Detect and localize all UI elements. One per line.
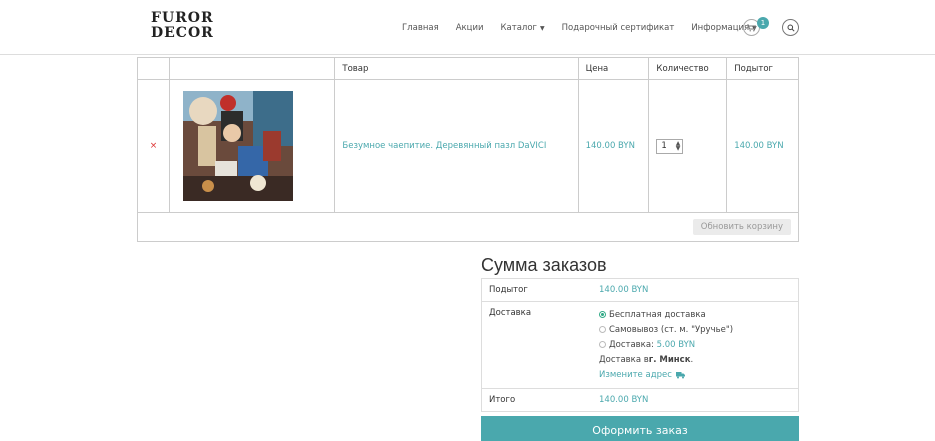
search-button[interactable]: [782, 19, 799, 36]
radio-icon[interactable]: [599, 341, 606, 348]
totals-row-subtotal: Подытог 140.00 BYN: [482, 279, 798, 302]
total-value: 140.00 BYN: [599, 395, 649, 405]
shipping-option-delivery[interactable]: Доставка: 5.00 BYN: [599, 337, 798, 352]
header-product: Товар: [335, 58, 579, 79]
item-subtotal: 140.00 BYN: [734, 141, 784, 151]
nav-item-gift-certificate[interactable]: Подарочный сертификат: [562, 23, 675, 33]
destination-city: г. Минск: [648, 354, 691, 365]
search-icon: [787, 24, 795, 32]
product-name-link[interactable]: Безумное чаепитие. Деревянный пазл DaVIC…: [342, 141, 546, 151]
quantity-cell: 1 ▲ ▼: [649, 80, 728, 212]
header-remove: [138, 58, 170, 79]
header-subtotal: Подытог: [734, 63, 773, 74]
nav-item-label: Акции: [455, 23, 484, 33]
logo[interactable]: FUROR DECOR: [151, 10, 214, 45]
cart-totals-title: Сумма заказов: [481, 255, 607, 275]
nav-item-home[interactable]: Главная: [402, 23, 439, 33]
price-cell: 140.00 BYN: [579, 80, 650, 212]
product-price: 140.00 BYN: [585, 141, 635, 151]
checkout-button[interactable]: Оформить заказ: [481, 416, 799, 441]
nav-item-catalog[interactable]: Каталог ▼: [501, 23, 545, 33]
change-address-label: Измените адрес: [599, 369, 672, 380]
remove-item-button[interactable]: ×: [150, 141, 158, 151]
remove-cell: ×: [138, 80, 170, 212]
radio-selected-icon[interactable]: [599, 311, 606, 318]
cart-count-badge: 1: [757, 17, 769, 29]
cart-totals-table: Подытог 140.00 BYN Доставка Бесплатная д…: [481, 278, 799, 412]
shipping-destination: Доставка в г. Минск.: [599, 352, 798, 367]
nav-item-label: Главная: [402, 23, 439, 33]
cart-table: Товар Цена Количество Подытог × Безумное…: [137, 57, 799, 242]
cart-actions: Обновить корзину: [138, 213, 798, 241]
destination-suffix: .: [690, 354, 694, 365]
change-address-link[interactable]: Измените адрес: [599, 367, 798, 382]
radio-icon[interactable]: [599, 326, 606, 333]
header-thumbnail: [170, 58, 336, 79]
site-header: FUROR DECOR Главная Акции Каталог ▼ Подар…: [0, 0, 935, 55]
totals-row-total: Итого 140.00 BYN: [482, 389, 798, 411]
spinner-arrows-icon[interactable]: ▲ ▼: [676, 141, 681, 152]
quantity-stepper[interactable]: 1 ▲ ▼: [656, 138, 684, 154]
table-row: × Безумное чаепитие. Деревянный пазл DaV…: [138, 80, 798, 213]
chevron-down-icon: ▼: [540, 24, 545, 32]
shipping-option-pickup[interactable]: Самовывоз (ст. м. "Уручье"): [599, 322, 798, 337]
thumbnail-cell: [170, 80, 336, 212]
shipping-option-label: Бесплатная доставка: [609, 309, 706, 320]
logo-line-1: FUROR: [151, 10, 214, 26]
shipping-option-label: Самовывоз (ст. м. "Уручье"): [609, 324, 734, 335]
update-cart-button[interactable]: Обновить корзину: [692, 219, 791, 235]
main-nav: Главная Акции Каталог ▼ Подарочный сертиф…: [402, 21, 774, 35]
nav-item-promotions[interactable]: Акции: [456, 23, 484, 33]
shipping-option-label: Доставка:: [609, 339, 654, 350]
header-quantity: Количество: [649, 58, 728, 79]
shipping-label: Доставка: [489, 308, 532, 318]
nav-item-label: Информация: [691, 23, 750, 33]
logo-line-2: DECOR: [151, 25, 214, 41]
nav-item-label: Каталог: [500, 23, 538, 33]
subtotal-value: 140.00 BYN: [599, 285, 649, 295]
subtotal-cell: 140.00 BYN: [727, 80, 798, 212]
totals-row-shipping: Доставка Бесплатная доставка Самовывоз (…: [482, 302, 798, 389]
shipping-option-free[interactable]: Бесплатная доставка: [599, 307, 798, 322]
header-price: Цена: [579, 58, 650, 79]
product-cell: Безумное чаепитие. Деревянный пазл DaVIC…: [335, 80, 579, 212]
subtotal-label: Подытог: [489, 285, 528, 295]
product-thumbnail[interactable]: [182, 91, 293, 201]
total-label: Итого: [489, 395, 516, 405]
destination-prefix: Доставка в: [599, 354, 649, 365]
shipping-option-price: 5.00 BYN: [656, 339, 696, 350]
nav-item-label: Подарочный сертификат: [561, 23, 675, 33]
table-header-row: Товар Цена Количество Подытог: [138, 58, 798, 80]
cart-icon: [747, 24, 756, 31]
quantity-value: 1: [661, 141, 667, 151]
truck-icon: [675, 371, 685, 378]
